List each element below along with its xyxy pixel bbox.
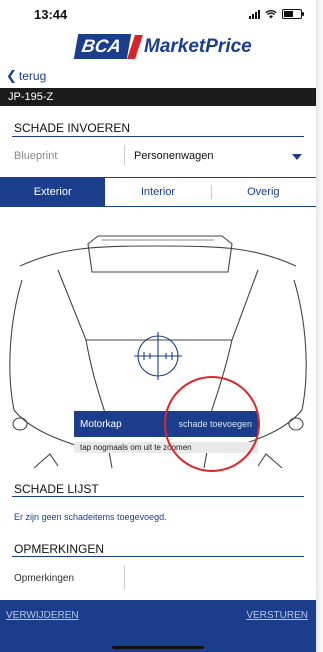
- highlight-circle: [164, 376, 260, 472]
- chevron-left-icon: ❮: [6, 68, 17, 83]
- status-time: 13:44: [34, 7, 68, 22]
- field-divider: [124, 145, 125, 165]
- crosshair-icon: [134, 332, 182, 380]
- blueprint-select[interactable]: Personenwagen: [134, 150, 214, 162]
- tab-interior[interactable]: Interior: [105, 178, 210, 206]
- phone-screen: 13:44 BCA MarketPrice ❮ terug JP-195-Z S…: [0, 0, 317, 652]
- logo-product: MarketPrice: [144, 35, 252, 57]
- wifi-icon: [265, 9, 277, 18]
- section-divider: [12, 136, 304, 137]
- bottom-action-bar: VERWIJDEREN VERSTUREN: [0, 600, 316, 652]
- status-icons: [249, 9, 304, 19]
- frame-shadow: [316, 0, 323, 652]
- remarks-input[interactable]: [128, 566, 308, 592]
- field-divider: [124, 566, 125, 590]
- empty-damage-note: Er zijn geen schadeitems toegevoegd.: [14, 512, 167, 522]
- battery-icon: [282, 9, 304, 19]
- remarks-title: OPMERKINGEN: [14, 542, 105, 556]
- bca-logo: BCA MarketPrice: [73, 34, 252, 59]
- view-tabs: Exterior Interior Overig: [0, 177, 316, 207]
- home-indicator[interactable]: [112, 646, 204, 649]
- remarks-label: Opmerkingen: [14, 573, 75, 584]
- delete-button[interactable]: VERWIJDEREN: [6, 610, 79, 621]
- section-divider: [12, 496, 304, 497]
- blueprint-label: Blueprint: [14, 150, 58, 162]
- send-button[interactable]: VERSTUREN: [246, 610, 308, 621]
- tab-overig[interactable]: Overig: [210, 178, 316, 206]
- signal-icon: [249, 9, 260, 19]
- license-plate-bar: JP-195-Z: [0, 88, 316, 106]
- section-divider: [12, 556, 304, 557]
- back-link[interactable]: ❮ terug: [6, 68, 46, 84]
- tab-exterior[interactable]: Exterior: [0, 178, 106, 206]
- selected-part-label: Motorkap: [80, 418, 122, 430]
- status-bar: 13:44: [0, 0, 316, 28]
- damage-entry-title: SCHADE INVOEREN: [14, 121, 131, 135]
- logo-brand: BCA: [73, 34, 132, 59]
- damage-list-title: SCHADE LIJST: [14, 482, 99, 496]
- caret-down-icon[interactable]: [292, 154, 302, 160]
- back-label: terug: [18, 69, 47, 83]
